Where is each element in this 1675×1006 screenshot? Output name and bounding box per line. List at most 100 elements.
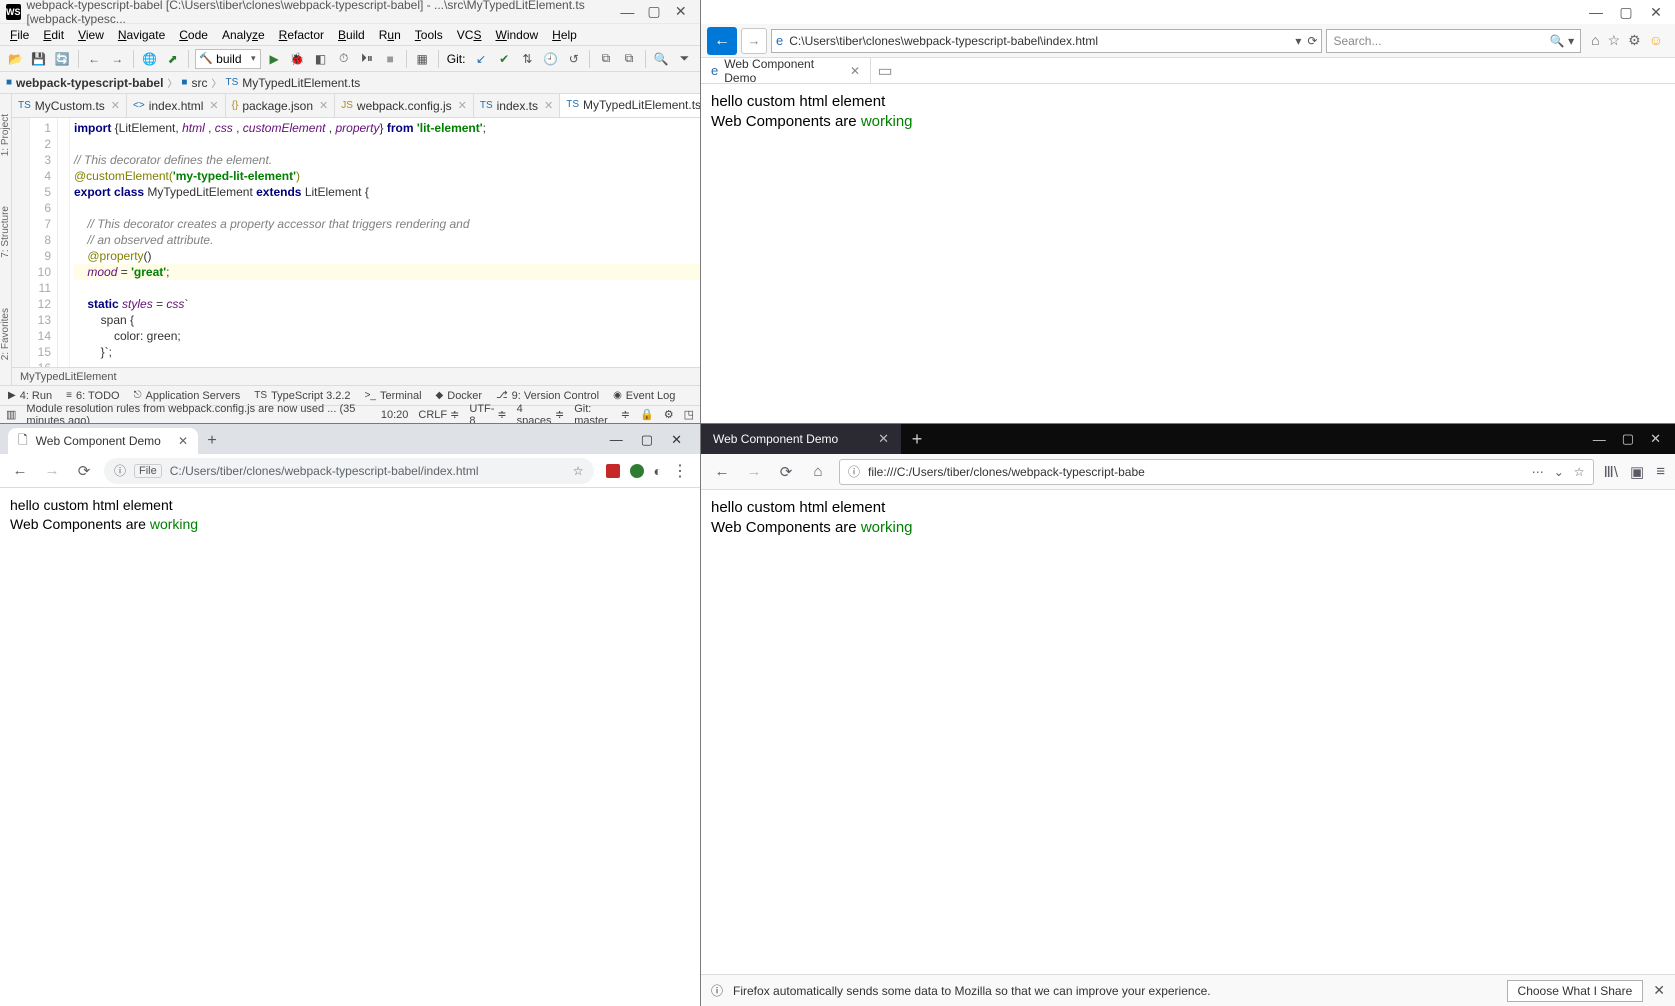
refresh-icon[interactable]: ⟳	[1307, 34, 1317, 48]
forward-icon[interactable]: →	[108, 49, 127, 69]
back-button[interactable]: ←	[711, 463, 733, 480]
search-icon[interactable]: 🔍 ▾	[1550, 34, 1574, 48]
search-icon[interactable]: 🔍	[652, 49, 671, 69]
git-compare-icon[interactable]: ⇅	[518, 49, 537, 69]
browser-icon[interactable]: 🌐	[140, 49, 159, 69]
maximize-button[interactable]: ▢	[641, 432, 653, 448]
menu-build[interactable]: Build	[332, 26, 371, 44]
close-tab-icon[interactable]: ✕	[458, 99, 467, 112]
toolwindow-button[interactable]: >_Terminal	[365, 390, 422, 402]
open-icon[interactable]: 📂	[6, 49, 25, 69]
close-tab-icon[interactable]: ✕	[319, 99, 328, 112]
git-commit-icon[interactable]: ✔	[495, 49, 514, 69]
editor-tab[interactable]: {}package.json✕	[226, 94, 336, 117]
forward-button[interactable]: →	[743, 463, 765, 480]
editor-breadcrumb[interactable]: MyTypedLitElement	[12, 367, 700, 385]
status-git-branch[interactable]: Git: master ≑	[574, 403, 630, 424]
close-button[interactable]: ✕	[667, 3, 694, 20]
sidebar-icon[interactable]: ▣	[1630, 463, 1644, 481]
editor-tab[interactable]: TSindex.ts✕	[474, 94, 560, 117]
editor-tab[interactable]: TSMyCustom.ts✕	[12, 94, 127, 117]
back-button[interactable]: ←	[707, 27, 737, 55]
menu-refactor[interactable]: Refactor	[273, 26, 330, 44]
browser-tab[interactable]: e Web Component Demo ✕	[701, 58, 871, 83]
save-icon[interactable]: 💾	[29, 49, 48, 69]
toolwindow-button[interactable]: TSTypeScript 3.2.2	[254, 390, 350, 402]
page-actions-icon[interactable]: ⋯	[1532, 465, 1544, 479]
menu-vcs[interactable]: VCS	[451, 26, 488, 44]
left-tool-structure[interactable]: 7: Structure	[0, 206, 11, 258]
minimize-button[interactable]: —	[610, 432, 623, 448]
info-icon[interactable]: ⓘ	[848, 463, 860, 480]
omnibox[interactable]: ⓘ File C:/Users/tiber/clones/webpack-typ…	[104, 458, 594, 484]
emoji-icon[interactable]: ☺	[1649, 32, 1663, 49]
extension-icon[interactable]	[606, 464, 620, 478]
dropdown-icon[interactable]: ▾	[1295, 34, 1301, 48]
close-tab-icon[interactable]: ✕	[209, 99, 218, 112]
git-update-icon[interactable]: ↙	[471, 49, 490, 69]
favorites-icon[interactable]: ☆	[1608, 32, 1621, 49]
git-revert-icon[interactable]: ↺	[564, 49, 583, 69]
new-tab-button[interactable]: ▭	[871, 58, 899, 83]
editor-area[interactable]: 123456789101112131415161718 import {LitE…	[12, 118, 700, 367]
toolwindow-button[interactable]: ⎋Application Servers	[134, 390, 241, 402]
status-memory-icon[interactable]: ◳	[684, 408, 694, 421]
address-bar[interactable]: ⓘ file:///C:/Users/tiber/clones/webpack-…	[839, 459, 1594, 485]
minimize-button[interactable]: —	[614, 4, 641, 20]
minimize-button[interactable]: —	[1581, 4, 1611, 20]
home-button[interactable]: ⌂	[807, 463, 829, 480]
debug-icon[interactable]: 🐞	[288, 49, 307, 69]
menu-run[interactable]: Run	[373, 26, 407, 44]
minimize-button[interactable]: —	[1593, 432, 1606, 447]
menu-view[interactable]: View	[72, 26, 110, 44]
close-tab-icon[interactable]: ✕	[878, 431, 889, 447]
extension-icon[interactable]: ◐	[654, 463, 662, 479]
maximize-button[interactable]: ▢	[1611, 4, 1641, 21]
bookmark-icon[interactable]: ☆	[573, 464, 584, 478]
editor-breadcrumb-item[interactable]: MyTypedLitElement	[20, 371, 117, 383]
settings-icon[interactable]: ⚙	[1628, 32, 1641, 49]
close-tab-icon[interactable]: ✕	[850, 64, 860, 78]
close-tab-icon[interactable]: ✕	[111, 99, 120, 112]
breadcrumb-project[interactable]: webpack-typescript-babel	[16, 76, 163, 90]
sync-icon[interactable]: 🔄	[52, 49, 71, 69]
menu-navigate[interactable]: Navigate	[112, 26, 171, 44]
search-box[interactable]: Search... 🔍 ▾	[1326, 29, 1581, 53]
close-button[interactable]: ✕	[1650, 431, 1661, 447]
grid-icon[interactable]: ▦	[413, 49, 432, 69]
choose-share-button[interactable]: Choose What I Share	[1507, 980, 1644, 1002]
status-encoding[interactable]: UTF-8 ≑	[469, 403, 506, 424]
close-button[interactable]: ✕	[671, 432, 682, 448]
editor-tab[interactable]: JSwebpack.config.js✕	[335, 94, 474, 117]
reload-button[interactable]: ⟳	[72, 462, 96, 480]
attach-icon[interactable]: ⏵⏸	[357, 49, 376, 69]
home-icon[interactable]: ⌂	[1591, 32, 1599, 49]
toolwindow-button[interactable]: ◉Event Log	[613, 390, 675, 402]
profile-icon[interactable]: ⏱	[334, 49, 353, 69]
menu-icon[interactable]: ⋮	[672, 461, 688, 481]
toolwindow-button[interactable]: ≡6: TODO	[66, 390, 119, 402]
menu-edit[interactable]: Edit	[37, 26, 70, 44]
back-button[interactable]: ←	[8, 462, 32, 479]
close-tab-icon[interactable]: ✕	[544, 99, 553, 112]
new-tab-button[interactable]: +	[198, 428, 226, 454]
back-icon[interactable]: ←	[85, 49, 104, 69]
close-tab-icon[interactable]: ✕	[178, 434, 188, 448]
pocket-icon[interactable]: ⌄	[1554, 465, 1564, 479]
reload-button[interactable]: ⟳	[775, 463, 797, 481]
extension-icon[interactable]	[630, 464, 644, 478]
build-icon[interactable]: ⬈	[163, 49, 182, 69]
dependencies-icon[interactable]: ⧉	[620, 49, 639, 69]
toolwindow-button[interactable]: ▶4: Run	[8, 390, 52, 402]
editor-tab[interactable]: TSMyTypedLitElement.ts✕	[560, 94, 700, 117]
forward-button[interactable]: →	[741, 28, 767, 54]
close-info-icon[interactable]: ✕	[1653, 982, 1665, 999]
breadcrumb-folder[interactable]: src	[191, 76, 207, 90]
status-caret-pos[interactable]: 10:20	[381, 409, 409, 421]
browser-tab[interactable]: Web Component Demo ✕	[701, 424, 901, 454]
browser-tab[interactable]: 🗋 Web Component Demo ✕	[8, 428, 198, 454]
structure-icon[interactable]: ⧉	[596, 49, 615, 69]
toolwindow-button[interactable]: ◆Docker	[436, 390, 483, 402]
status-tool-icon[interactable]: ▥	[6, 408, 16, 421]
bookmark-icon[interactable]: ☆	[1574, 465, 1585, 479]
